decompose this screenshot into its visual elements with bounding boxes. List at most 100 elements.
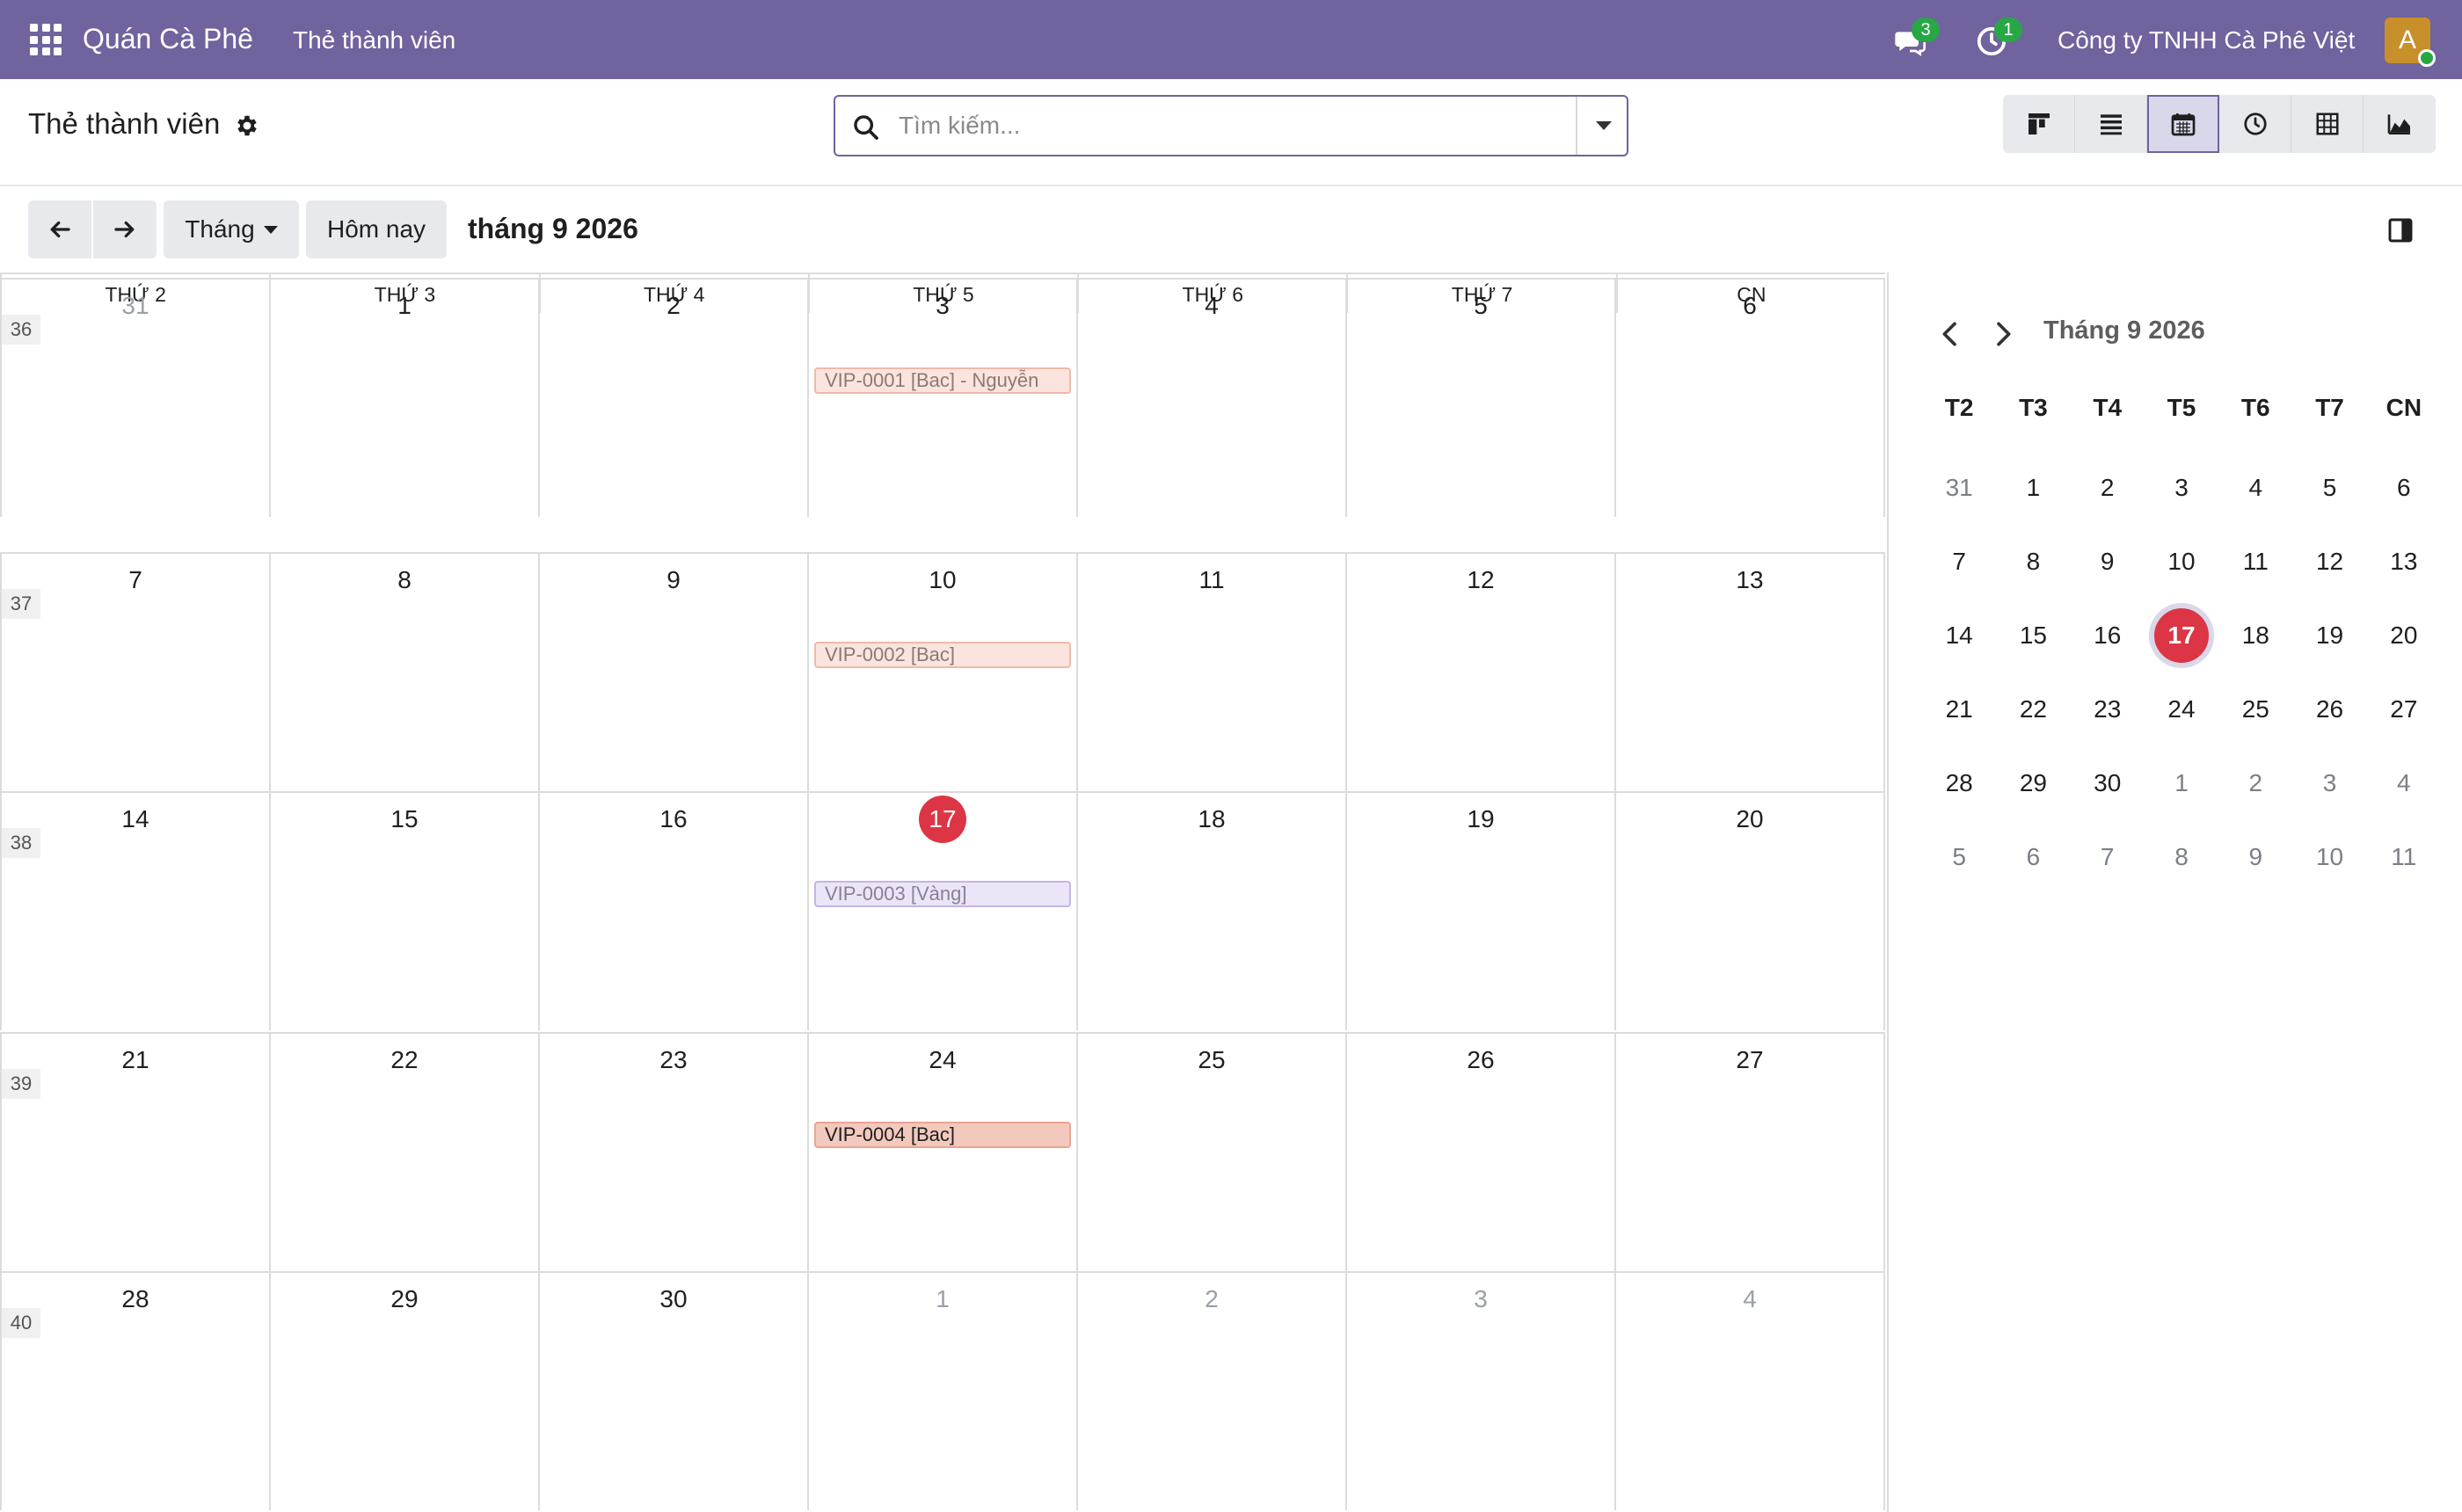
today-button[interactable]: Hôm nay bbox=[306, 200, 447, 258]
mini-day[interactable]: 1 bbox=[2145, 752, 2218, 814]
day-cell[interactable]: 18 bbox=[1076, 793, 1345, 1030]
day-cell[interactable]: 9 bbox=[538, 554, 807, 791]
mini-day[interactable]: 5 bbox=[2292, 457, 2366, 519]
day-number: 16 bbox=[659, 805, 688, 832]
mini-day[interactable]: 13 bbox=[2367, 531, 2441, 592]
mini-day[interactable]: 10 bbox=[2292, 826, 2366, 888]
mini-day[interactable]: 10 bbox=[2145, 531, 2218, 592]
menu-item-membership-cards[interactable]: Thẻ thành viên bbox=[293, 26, 455, 55]
day-cell-today[interactable]: 17 VIP-0003 [Vàng] bbox=[807, 793, 1076, 1030]
day-cell[interactable]: 22 bbox=[269, 1034, 538, 1271]
day-cell[interactable]: 1 bbox=[269, 280, 538, 517]
calendar-event[interactable]: VIP-0004 [Bac] bbox=[814, 1122, 1071, 1148]
mini-day[interactable]: 28 bbox=[1922, 752, 1996, 814]
search-input[interactable] bbox=[899, 105, 1514, 146]
gear-icon[interactable] bbox=[234, 113, 260, 139]
mini-day[interactable]: 4 bbox=[2218, 457, 2292, 519]
activities-button[interactable]: 1 bbox=[1975, 18, 2022, 60]
mini-day[interactable]: 8 bbox=[2145, 826, 2218, 888]
view-graph-button[interactable] bbox=[2364, 95, 2436, 153]
mini-day[interactable]: 2 bbox=[2218, 752, 2292, 814]
mini-day[interactable]: 2 bbox=[2071, 457, 2145, 519]
mini-day[interactable]: 5 bbox=[1922, 826, 1996, 888]
mini-day-today[interactable]: 17 bbox=[2145, 603, 2218, 668]
mini-day[interactable]: 8 bbox=[1996, 531, 2070, 592]
chevron-left-icon[interactable] bbox=[1933, 316, 1968, 352]
search-options-toggle[interactable] bbox=[1576, 97, 1627, 155]
app-brand[interactable]: Quán Cà Phê bbox=[83, 23, 253, 55]
day-cell[interactable]: 2 bbox=[1076, 1273, 1345, 1510]
day-cell[interactable]: 20 bbox=[1614, 793, 1885, 1030]
mini-day[interactable]: 24 bbox=[2145, 679, 2218, 740]
day-cell[interactable]: 19 bbox=[1345, 793, 1614, 1030]
day-cell[interactable]: 3 bbox=[1345, 1273, 1614, 1510]
mini-day[interactable]: 9 bbox=[2071, 531, 2145, 592]
mini-day[interactable]: 7 bbox=[2071, 826, 2145, 888]
mini-day[interactable]: 6 bbox=[1996, 826, 2070, 888]
mini-day[interactable]: 18 bbox=[2218, 605, 2292, 666]
mini-day[interactable]: 16 bbox=[2071, 605, 2145, 666]
view-kanban-button[interactable] bbox=[2003, 95, 2075, 153]
calendar-event[interactable]: VIP-0002 [Bac] bbox=[814, 642, 1071, 668]
mini-day[interactable]: 12 bbox=[2292, 531, 2366, 592]
chevron-right-icon[interactable] bbox=[1985, 316, 2021, 352]
mini-day[interactable]: 7 bbox=[1922, 531, 1996, 592]
mini-day[interactable]: 11 bbox=[2367, 826, 2441, 888]
mini-day[interactable]: 14 bbox=[1922, 605, 1996, 666]
mini-day[interactable]: 20 bbox=[2367, 605, 2441, 666]
mini-day[interactable]: 21 bbox=[1922, 679, 1996, 740]
mini-day[interactable]: 31 bbox=[1922, 457, 1996, 519]
mini-day[interactable]: 30 bbox=[2071, 752, 2145, 814]
day-cell[interactable]: 3 VIP-0001 [Bac] - Nguyễn bbox=[807, 280, 1076, 517]
mini-day[interactable]: 26 bbox=[2292, 679, 2366, 740]
view-pivot-button[interactable] bbox=[2291, 95, 2364, 153]
day-cell[interactable]: 29 bbox=[269, 1273, 538, 1510]
mini-day[interactable]: 15 bbox=[1996, 605, 2070, 666]
day-cell[interactable]: 8 bbox=[269, 554, 538, 791]
calendar-event[interactable]: VIP-0001 [Bac] - Nguyễn bbox=[814, 367, 1071, 394]
day-cell[interactable]: 13 bbox=[1614, 554, 1885, 791]
view-calendar-button[interactable] bbox=[2147, 95, 2219, 153]
messages-button[interactable]: 3 bbox=[1892, 18, 1940, 60]
mini-day[interactable]: 9 bbox=[2218, 826, 2292, 888]
day-cell[interactable]: 6 bbox=[1614, 280, 1885, 517]
mini-day[interactable]: 25 bbox=[2218, 679, 2292, 740]
previous-period-button[interactable] bbox=[28, 200, 91, 258]
mini-day[interactable]: 4 bbox=[2367, 752, 2441, 814]
view-activity-button[interactable] bbox=[2219, 95, 2291, 153]
mini-day[interactable]: 19 bbox=[2292, 605, 2366, 666]
mini-day[interactable]: 23 bbox=[2071, 679, 2145, 740]
day-cell[interactable]: 11 bbox=[1076, 554, 1345, 791]
day-cell[interactable]: 15 bbox=[269, 793, 538, 1030]
day-cell[interactable]: 23 bbox=[538, 1034, 807, 1271]
scale-dropdown[interactable]: Tháng bbox=[164, 200, 299, 258]
mini-day[interactable]: 11 bbox=[2218, 531, 2292, 592]
calendar-event[interactable]: VIP-0003 [Vàng] bbox=[814, 881, 1071, 907]
day-cell[interactable]: 1 bbox=[807, 1273, 1076, 1510]
company-switcher[interactable]: Công ty TNHH Cà Phê Việt bbox=[2058, 26, 2355, 55]
view-list-button[interactable] bbox=[2075, 95, 2147, 153]
day-cell[interactable]: 2 bbox=[538, 280, 807, 517]
mini-day[interactable]: 1 bbox=[1996, 457, 2070, 519]
mini-day[interactable]: 6 bbox=[2367, 457, 2441, 519]
sidebar-toggle-icon[interactable] bbox=[2386, 216, 2415, 244]
user-avatar[interactable]: A bbox=[2385, 18, 2436, 67]
mini-day[interactable]: 3 bbox=[2292, 752, 2366, 814]
day-cell[interactable]: 26 bbox=[1345, 1034, 1614, 1271]
day-cell[interactable]: 25 bbox=[1076, 1034, 1345, 1271]
day-cell[interactable]: 12 bbox=[1345, 554, 1614, 791]
day-cell[interactable]: 16 bbox=[538, 793, 807, 1030]
mini-day[interactable]: 29 bbox=[1996, 752, 2070, 814]
mini-day[interactable]: 27 bbox=[2367, 679, 2441, 740]
mini-day[interactable]: 22 bbox=[1996, 679, 2070, 740]
day-cell[interactable]: 4 bbox=[1076, 280, 1345, 517]
next-period-button[interactable] bbox=[93, 200, 157, 258]
day-cell[interactable]: 5 bbox=[1345, 280, 1614, 517]
day-cell[interactable]: 27 bbox=[1614, 1034, 1885, 1271]
day-cell[interactable]: 30 bbox=[538, 1273, 807, 1510]
apps-menu-icon[interactable] bbox=[30, 24, 62, 55]
mini-day[interactable]: 3 bbox=[2145, 457, 2218, 519]
day-cell[interactable]: 24 VIP-0004 [Bac] bbox=[807, 1034, 1076, 1271]
day-cell[interactable]: 10 VIP-0002 [Bac] bbox=[807, 554, 1076, 791]
day-cell[interactable]: 4 bbox=[1614, 1273, 1885, 1510]
